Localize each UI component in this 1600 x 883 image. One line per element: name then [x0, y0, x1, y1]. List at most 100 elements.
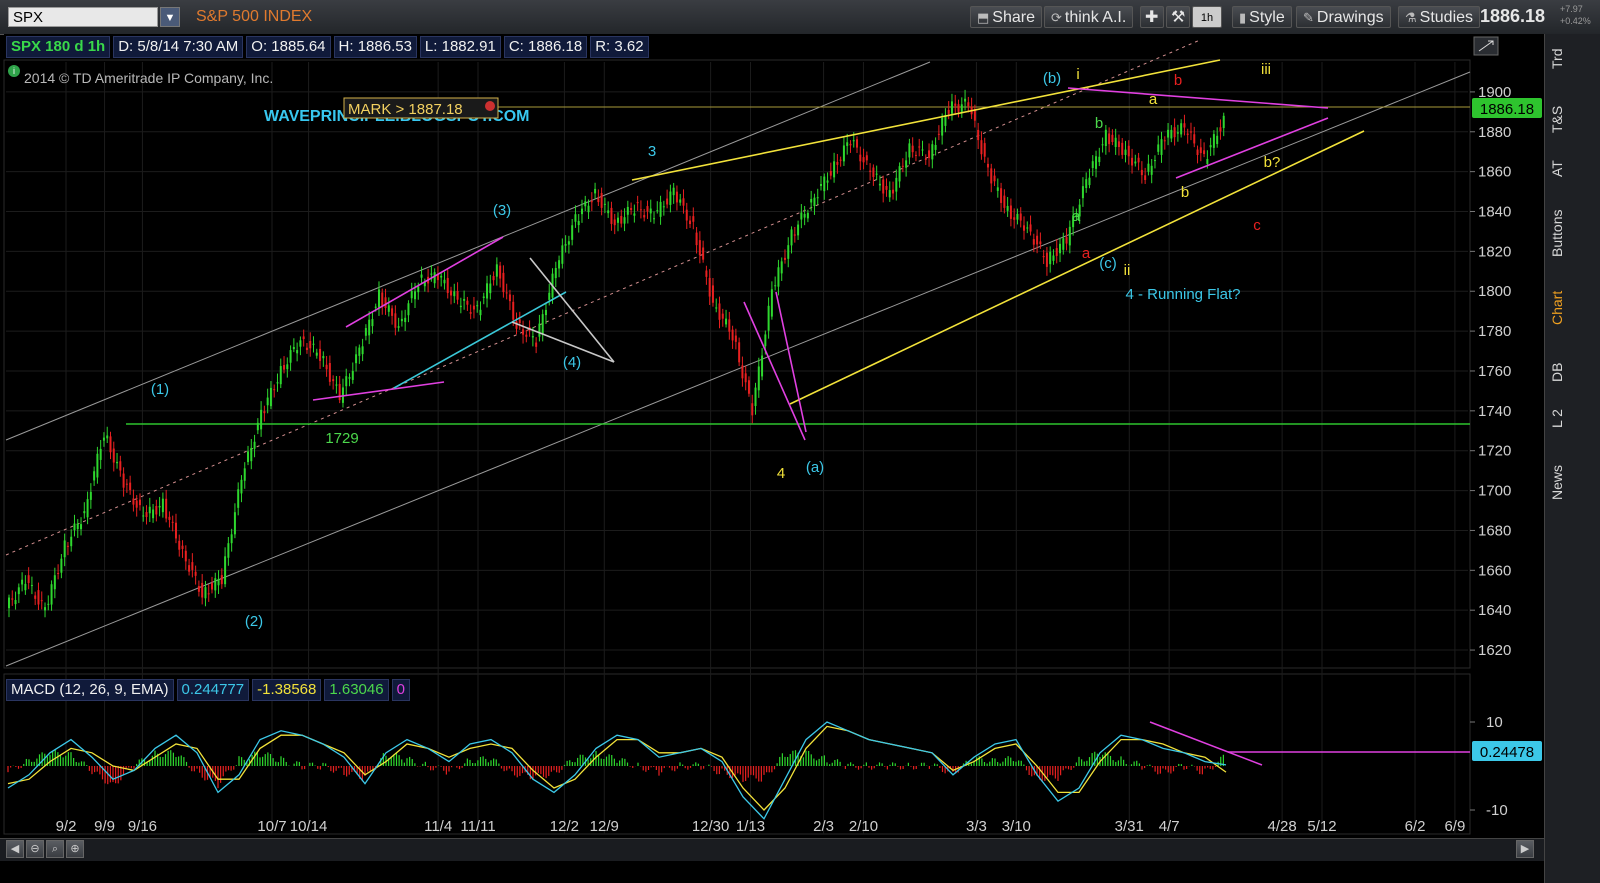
x-tick-label: 3/10	[1002, 818, 1031, 835]
candle-body	[1052, 255, 1055, 261]
candle-body	[1062, 238, 1065, 250]
candle-body	[83, 511, 86, 514]
candle-body	[666, 198, 669, 205]
candle-body	[11, 598, 14, 600]
candle-body	[14, 600, 17, 605]
search-icon[interactable]: ⌕	[46, 840, 64, 858]
tab-at[interactable]: AT	[1549, 156, 1567, 182]
candle-body	[1163, 140, 1166, 142]
candle-body	[892, 189, 895, 194]
tab-db[interactable]: DB	[1549, 356, 1567, 388]
tab-trd[interactable]: Trd	[1549, 42, 1567, 76]
candle-body	[1036, 235, 1039, 245]
candle-body	[862, 157, 865, 163]
candle-body	[1039, 241, 1042, 245]
candle-body	[914, 154, 917, 156]
info-icon[interactable]: i	[8, 65, 20, 77]
candle-body	[1189, 131, 1192, 133]
candle-body	[102, 437, 105, 441]
candle-body	[1045, 252, 1048, 267]
candle-body	[885, 186, 888, 190]
candle-body	[472, 305, 475, 310]
candle-body	[119, 461, 122, 471]
candle-body	[204, 587, 207, 599]
mark-close-icon[interactable]	[485, 101, 495, 111]
tab-chart[interactable]: Chart	[1549, 284, 1567, 332]
candle-body	[1216, 135, 1219, 144]
tab-level2[interactable]: L 2	[1549, 404, 1567, 434]
candle-body	[335, 384, 338, 386]
candle-body	[220, 575, 223, 585]
candle-body	[505, 292, 508, 294]
zoom-out-icon[interactable]: ⊖	[26, 840, 44, 858]
x-tick-label: 2/3	[813, 818, 834, 835]
candle-body	[211, 583, 213, 590]
candle-body	[240, 479, 243, 494]
candle-body	[145, 512, 148, 517]
macd-tick-label: -10	[1486, 802, 1508, 819]
wave-label: b?	[1264, 154, 1281, 171]
mark-flag[interactable]: MARK > 1887.18	[343, 97, 499, 119]
candle-body	[590, 201, 593, 203]
candle-body	[512, 301, 515, 320]
candle-body	[469, 312, 472, 314]
candle-body	[24, 583, 27, 591]
candle-body	[544, 309, 547, 316]
candle-body	[783, 257, 786, 260]
candle-body	[734, 335, 737, 342]
candle-body	[165, 498, 168, 519]
candle-body	[669, 191, 672, 205]
tab-news[interactable]: News	[1549, 458, 1567, 506]
candle-body	[839, 159, 842, 161]
candle-body	[1023, 225, 1025, 231]
candle-body	[577, 220, 580, 226]
candle-body	[675, 191, 678, 203]
candle-body	[227, 543, 230, 558]
candle-body	[754, 387, 757, 407]
candle-body	[332, 379, 335, 382]
change-absolute: +7.97	[1560, 4, 1583, 14]
macd-label[interactable]: MACD (12, 26, 9, EMA)	[6, 679, 174, 701]
candle-body	[1137, 157, 1140, 163]
candle-body	[1160, 139, 1163, 155]
candle-body	[106, 435, 109, 439]
candle-body	[1003, 195, 1006, 208]
candle-body	[980, 140, 983, 155]
candle-body	[1212, 134, 1215, 148]
copyright: i 2014 © TD Ameritrade IP Company, Inc.	[8, 65, 273, 86]
wave-label: (4)	[563, 354, 581, 371]
expand-icon[interactable]	[1473, 36, 1499, 56]
wave-label: 3	[648, 143, 656, 160]
tab-buttons[interactable]: Buttons	[1549, 200, 1567, 266]
scroll-left-icon[interactable]: ◀	[6, 840, 24, 858]
candle-body	[351, 370, 354, 380]
candle-body	[741, 365, 744, 379]
candle-body	[283, 365, 286, 370]
candle-body	[93, 471, 96, 481]
candle-body	[1222, 115, 1225, 129]
macd-value: 0.244777	[176, 679, 250, 701]
info-low: L: 1882.91	[419, 36, 501, 58]
price-chart[interactable]: 1620 1640 1660 1680 1700 1720 1740 1760 1780 1800…	[0, 0, 1544, 883]
tab-time-and-sales[interactable]: T&S	[1549, 96, 1567, 142]
candle-body	[1091, 161, 1094, 169]
y-tick-label: 1760	[1478, 363, 1511, 380]
candle-body	[152, 509, 155, 519]
candle-body	[214, 578, 217, 591]
candle-body	[394, 313, 397, 328]
candle-body	[594, 188, 597, 194]
zoom-in-icon[interactable]: ⊕	[66, 840, 84, 858]
candle-body	[993, 175, 996, 182]
candle-body	[57, 572, 60, 574]
scroll-right-icon[interactable]: ▶	[1516, 840, 1534, 858]
candle-body	[957, 104, 960, 112]
candle-body	[548, 292, 551, 300]
scroll-bar[interactable]	[0, 838, 1544, 861]
candle-body	[931, 144, 934, 160]
candle-body	[738, 342, 741, 363]
candle-body	[695, 232, 698, 246]
wave-label: (b)	[1043, 70, 1061, 87]
wave-label: c	[1253, 217, 1261, 234]
y-tick-label: 1780	[1478, 323, 1511, 340]
wave-label: a	[1072, 208, 1081, 225]
